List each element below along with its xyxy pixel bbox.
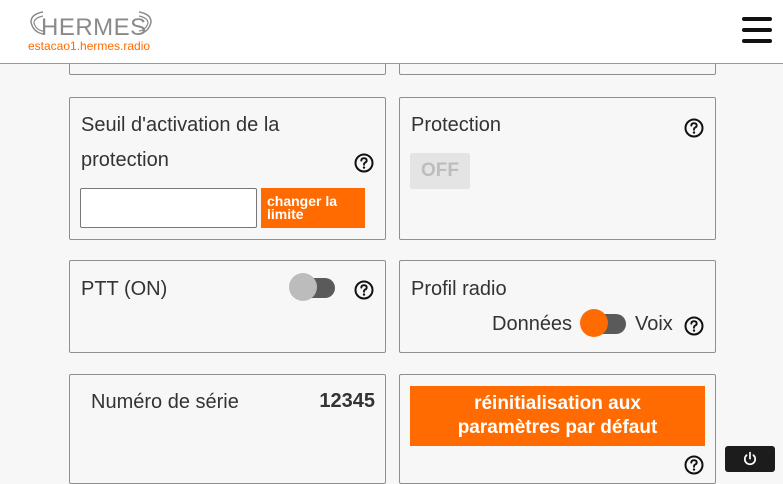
protection-off-button[interactable]: OFF xyxy=(410,153,470,189)
serial-value: 12345 xyxy=(319,390,375,412)
reset-line2: paramètres par défaut xyxy=(457,417,658,438)
change-limit-line2: limite xyxy=(267,206,304,222)
radio-profile-label: Profil radio xyxy=(411,278,507,300)
profile-option-data: Données xyxy=(492,313,573,335)
ptt-label: PTT (ON) xyxy=(81,278,168,300)
question-circle-icon[interactable] xyxy=(354,280,374,300)
threshold-label-line1: Seuil d'activation de la xyxy=(81,114,280,136)
ptt-card: PTT (ON) xyxy=(69,260,386,353)
reset-card: réinitialisation aux paramètres par défa… xyxy=(399,374,716,484)
radio-profile-card: Profil radio Données Voix xyxy=(399,260,716,353)
change-limit-button[interactable]: changer la limite xyxy=(261,188,365,228)
radio-profile-toggle-knob xyxy=(580,309,608,337)
power-button[interactable] xyxy=(725,446,775,472)
power-icon xyxy=(744,451,756,466)
hermes-logo: HERMES xyxy=(29,8,159,41)
serial-card: Numéro de série 12345 xyxy=(69,374,386,484)
question-circle-icon[interactable] xyxy=(684,455,704,475)
factory-reset-button[interactable]: réinitialisation aux paramètres par défa… xyxy=(410,386,705,446)
protection-label: Protection xyxy=(411,114,502,136)
threshold-input[interactable] xyxy=(80,188,257,228)
question-circle-icon[interactable] xyxy=(684,118,704,138)
serial-label: Numéro de série xyxy=(91,391,239,413)
station-address: estacao1.hermes.radio xyxy=(28,39,151,53)
reset-line1: réinitialisation aux xyxy=(474,393,641,414)
right-wing-icon xyxy=(138,11,152,35)
hamburger-menu-icon[interactable] xyxy=(742,17,772,43)
profile-option-voice: Voix xyxy=(635,313,673,335)
ptt-toggle[interactable] xyxy=(289,273,335,301)
threshold-label-line2: protection xyxy=(81,149,169,171)
threshold-card: Seuil d'activation de la protection chan… xyxy=(69,97,386,240)
logo-text: HERMES xyxy=(41,14,147,41)
question-circle-icon[interactable] xyxy=(354,153,374,173)
radio-profile-toggle[interactable] xyxy=(580,309,626,337)
protection-card: Protection OFF xyxy=(399,97,716,240)
app-header: HERMES estacao1.hermes.radio xyxy=(0,0,783,64)
ptt-toggle-knob xyxy=(289,273,317,301)
question-circle-icon[interactable] xyxy=(684,316,704,336)
